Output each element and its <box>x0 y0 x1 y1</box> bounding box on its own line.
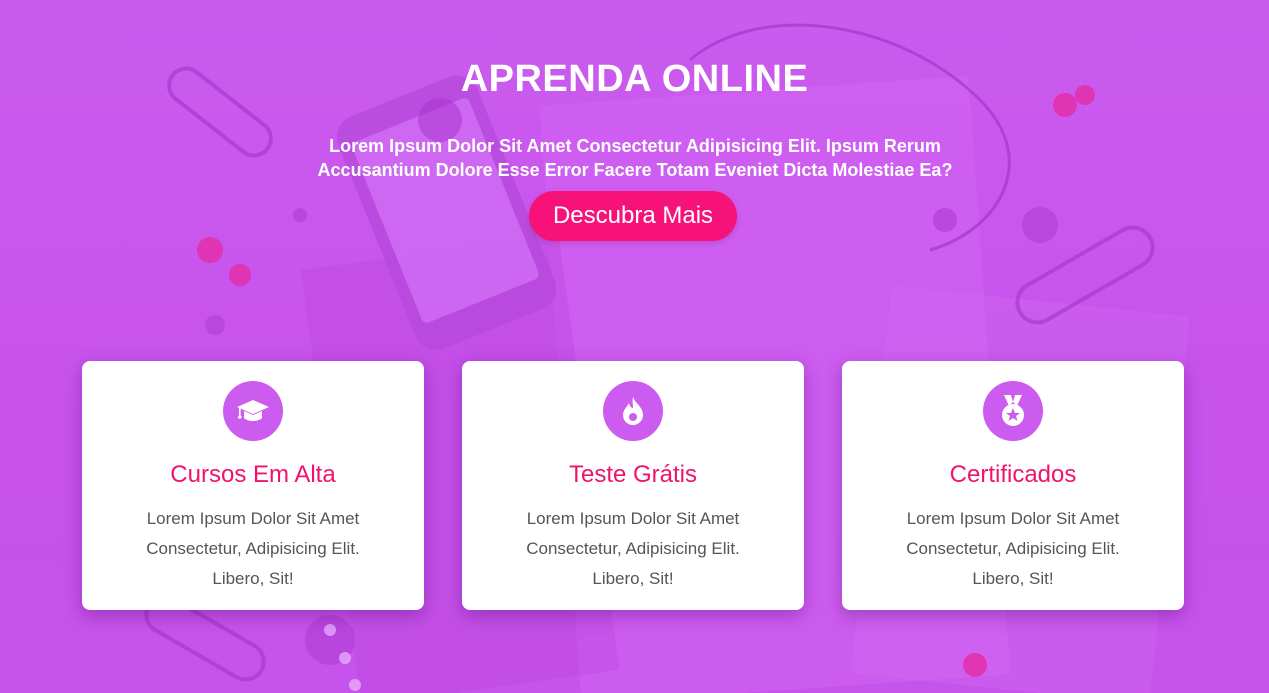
hero-title: APRENDA ONLINE <box>460 58 809 100</box>
flame-icon <box>603 381 663 441</box>
hero-subtitle: Lorem Ipsum Dolor Sit Amet Consectetur A… <box>317 136 953 180</box>
feature-title: Cursos Em Alta <box>170 461 336 488</box>
feature-title: Certificados <box>949 461 1077 488</box>
medal-icon <box>983 381 1043 441</box>
graduation-cap-icon <box>223 381 283 441</box>
feature-card-certificates: Certificados Lorem Ipsum Dolor Sit Amet … <box>842 361 1184 610</box>
feature-description: Lorem Ipsum Dolor Sit Amet Consectetur, … <box>906 509 1120 588</box>
feature-description: Lorem Ipsum Dolor Sit Amet Consectetur, … <box>146 509 360 588</box>
feature-card-free-trial: Teste Grátis Lorem Ipsum Dolor Sit Amet … <box>462 361 804 610</box>
feature-card-trending-courses: Cursos Em Alta Lorem Ipsum Dolor Sit Ame… <box>82 361 424 610</box>
feature-title: Teste Grátis <box>568 461 698 488</box>
feature-description: Lorem Ipsum Dolor Sit Amet Consectetur, … <box>526 509 740 588</box>
discover-more-button[interactable]: Descubra Mais <box>529 191 737 241</box>
